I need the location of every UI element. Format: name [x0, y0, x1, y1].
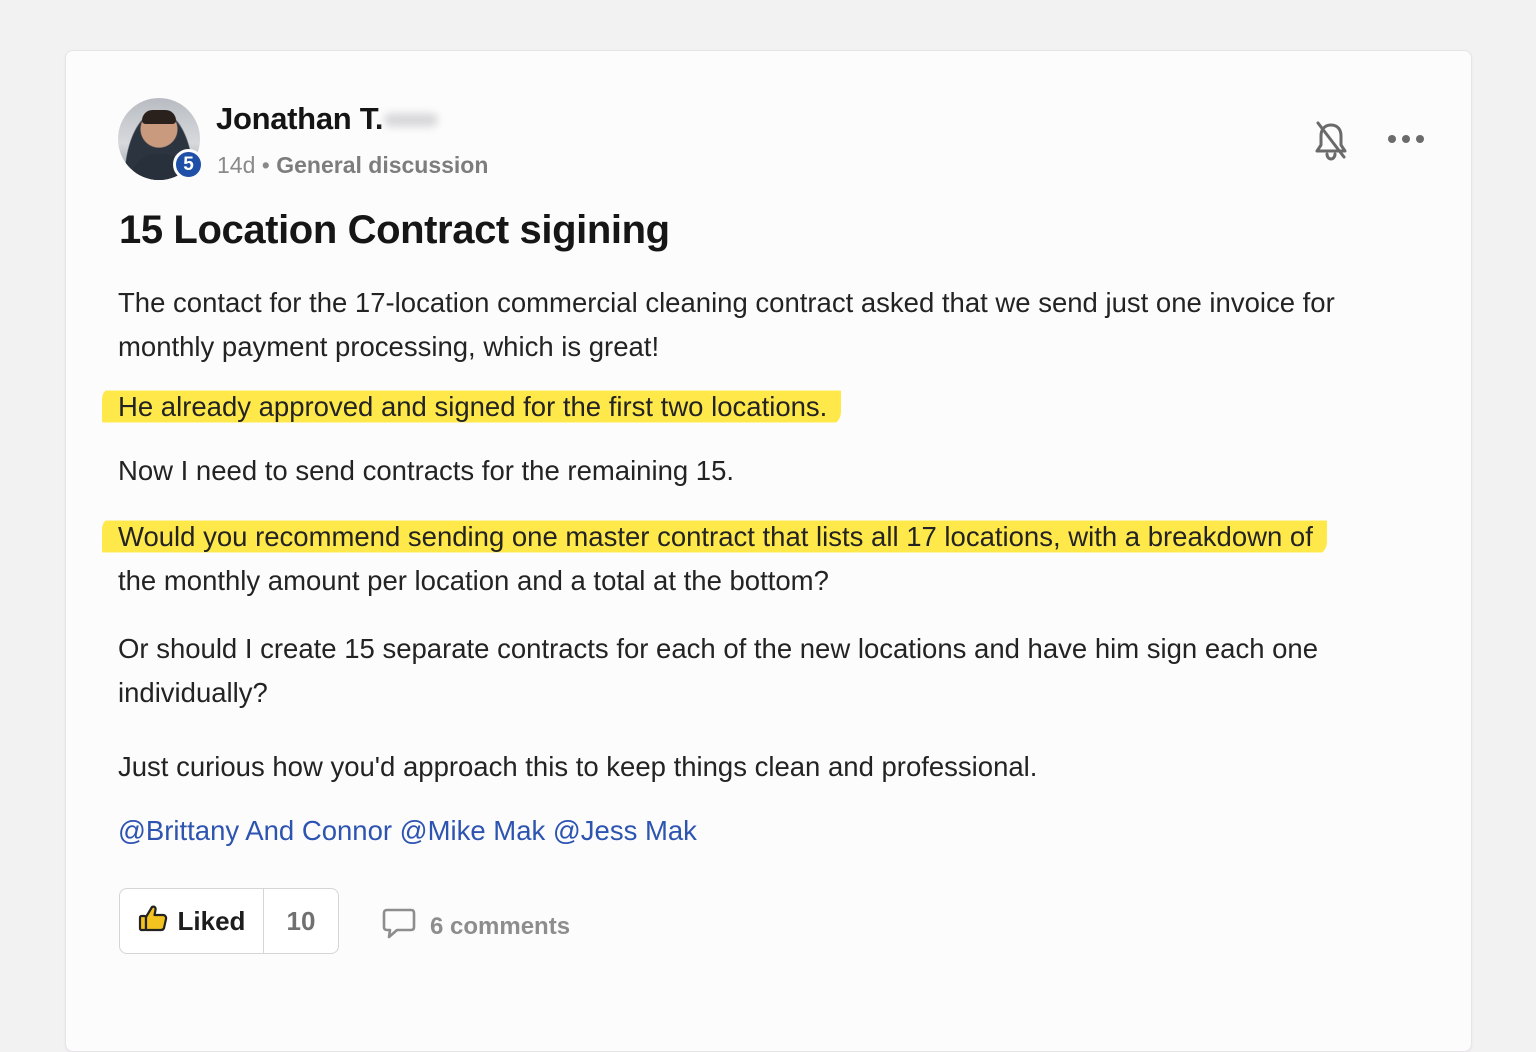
- post-category[interactable]: General discussion: [276, 152, 488, 178]
- post-paragraph-highlighted: He already approved and signed for the f…: [102, 385, 1408, 429]
- like-button[interactable]: Liked: [120, 889, 264, 953]
- mentions[interactable]: @Brittany And Connor @Mike Mak @Jess Mak: [118, 809, 697, 853]
- more-icon[interactable]: [1388, 129, 1424, 149]
- meta-separator: •: [261, 152, 270, 178]
- author-name[interactable]: Jonathan T.: [216, 101, 384, 137]
- post-card: 5 Jonathan T. 14d • General discussion 1…: [65, 50, 1472, 1052]
- comment-icon: [382, 907, 416, 946]
- post-text: the monthly amount per location and a to…: [118, 565, 829, 596]
- highlighted-text: He already approved and signed for the f…: [102, 387, 842, 426]
- bell-off-icon[interactable]: [1314, 121, 1348, 161]
- post-paragraph: Or should I create 15 separate contracts…: [118, 633, 1319, 708]
- more-dot: [1388, 135, 1396, 143]
- post-meta: 14d • General discussion: [217, 152, 488, 179]
- post-paragraph: The contact for the 17-location commerci…: [118, 287, 1335, 362]
- like-count[interactable]: 10: [264, 889, 338, 953]
- avatar-hair: [142, 110, 176, 124]
- post-title: 15 Location Contract sigining: [119, 208, 670, 252]
- like-button-group: Liked 10: [119, 888, 339, 954]
- post-age: 14d: [217, 152, 256, 178]
- thumbs-up-icon: [138, 904, 168, 939]
- comments-label: 6 comments: [430, 912, 571, 940]
- level-badge: 5: [173, 149, 204, 180]
- post-paragraph-highlighted: Would you recommend sending one master c…: [102, 515, 1408, 603]
- author-name-redaction: [384, 113, 438, 127]
- post-paragraph: Now I need to send contracts for the rem…: [118, 455, 735, 486]
- highlighted-text: Would you recommend sending one master c…: [102, 517, 1327, 556]
- like-label: Liked: [177, 905, 246, 936]
- post-paragraph: Just curious how you'd approach this to …: [118, 751, 1038, 782]
- more-dot: [1402, 135, 1410, 143]
- comments-button[interactable]: 6 comments: [382, 907, 570, 946]
- more-dot: [1416, 135, 1424, 143]
